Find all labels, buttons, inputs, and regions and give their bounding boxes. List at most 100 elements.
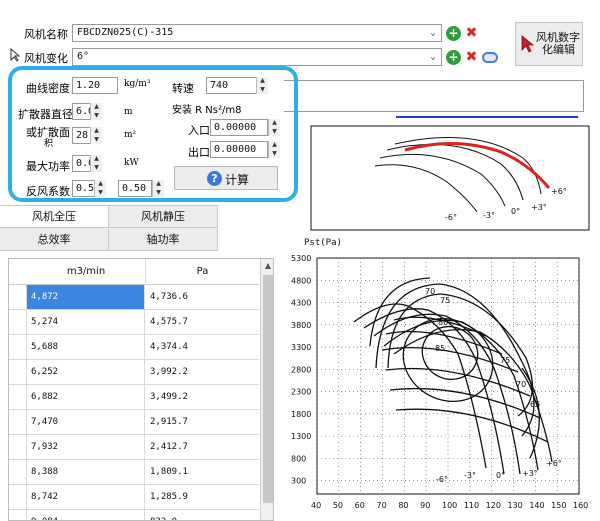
cell-pressure[interactable]: 1,285.9 bbox=[146, 485, 259, 509]
cell-flow[interactable]: 5,688 bbox=[27, 335, 145, 359]
scroll-thumb[interactable] bbox=[263, 275, 273, 503]
cell-pressure[interactable]: 2,915.7 bbox=[146, 410, 259, 434]
install-label: 安装 R Ns²/m8 bbox=[172, 105, 242, 116]
diffuser-label: 扩散器直径 bbox=[18, 108, 73, 121]
cell-pressure[interactable]: 4,736.6 bbox=[146, 285, 259, 309]
density-unit: kg/m³ bbox=[124, 79, 151, 89]
x-angle-pos3: +3° bbox=[522, 469, 538, 478]
cell-pressure[interactable]: 4,575.7 bbox=[146, 310, 259, 334]
vertical-scrollbar[interactable]: ▲ bbox=[260, 259, 273, 520]
y-axis-label: Pst(Pa) bbox=[304, 238, 342, 248]
delete-change-icon[interactable]: ✖ bbox=[464, 50, 479, 65]
cell-pressure[interactable]: 832.0 bbox=[146, 510, 259, 520]
angle-label-pos3: +3° bbox=[531, 203, 547, 212]
max-power-spinner[interactable]: ▲ ▼ bbox=[90, 155, 102, 172]
x-tick-labels: 40 50 60 70 80 90 100 110 120 130 140 150 160 bbox=[311, 501, 588, 510]
cell-flow[interactable]: 8,742 bbox=[27, 485, 145, 509]
y-tick-label: 4800 bbox=[291, 276, 311, 285]
cell-flow[interactable]: 6,252 bbox=[27, 360, 145, 384]
diffuser-spinner[interactable]: ▲ ▼ bbox=[90, 103, 102, 120]
density-input[interactable]: 1.20 bbox=[72, 77, 118, 94]
area-unit: m² bbox=[124, 130, 137, 140]
fan-name-combo[interactable]: FBCDZN025(C)-315 ⌄ bbox=[72, 24, 442, 42]
x-tick-label: 80 bbox=[398, 501, 408, 510]
cell-pressure[interactable]: 3,499.2 bbox=[146, 385, 259, 409]
speed-label: 转速 bbox=[172, 82, 194, 95]
table-row[interactable]: 7,932 2,412.7 bbox=[9, 435, 259, 460]
x-tick-label: 50 bbox=[333, 501, 343, 510]
calculate-label: 计算 bbox=[225, 173, 250, 187]
cell-flow[interactable]: 4,872 bbox=[27, 285, 145, 309]
tab-shaft-power[interactable]: 轴功率 bbox=[109, 229, 218, 251]
help-icon: ? bbox=[207, 171, 222, 186]
chevron-down-icon: ⌄ bbox=[430, 52, 436, 62]
x-tick-label: 60 bbox=[355, 501, 365, 510]
calculate-button[interactable]: ? 计算 bbox=[174, 166, 278, 190]
cell-pressure[interactable]: 1,809.1 bbox=[146, 460, 259, 484]
add-icon[interactable]: + bbox=[446, 26, 461, 41]
y-tick-label: 3300 bbox=[291, 343, 311, 352]
eff-label-85: 85 bbox=[435, 344, 445, 353]
add-change-icon[interactable]: + bbox=[446, 50, 461, 65]
eff-label-70: 70 bbox=[425, 287, 435, 296]
cell-pressure[interactable]: 4,374.4 bbox=[146, 335, 259, 359]
angle-label-0: 0° bbox=[511, 207, 520, 216]
digitize-label-2: 化编辑 bbox=[542, 43, 575, 56]
area-spinner[interactable]: ▲ ▼ bbox=[90, 127, 102, 144]
table-row[interactable]: 5,688 4,374.4 bbox=[9, 335, 259, 360]
angle-label-neg6: -6° bbox=[445, 213, 457, 222]
outlet-input[interactable]: 0.00000 bbox=[210, 141, 268, 158]
outlet-spinner[interactable]: ▲ ▼ bbox=[268, 141, 280, 158]
reverse-spinner-1[interactable]: ▲ ▼ bbox=[94, 180, 106, 197]
x-tick-label: 150 bbox=[551, 501, 566, 510]
inlet-label: 入口 bbox=[188, 124, 210, 137]
header-flow: m3/min bbox=[27, 259, 146, 285]
right-info-box bbox=[284, 80, 584, 112]
y-tick-label: 2800 bbox=[291, 365, 311, 374]
reverse-input-2[interactable]: 0.50 bbox=[118, 180, 152, 197]
tab-static-pressure[interactable]: 风机静压 bbox=[109, 206, 218, 228]
area-label-2: 积 bbox=[44, 139, 54, 149]
tab-total-pressure[interactable]: 风机全压 bbox=[0, 206, 109, 228]
reverse-label: 反风系数 bbox=[26, 185, 70, 198]
inlet-input[interactable]: 0.00000 bbox=[210, 119, 268, 136]
y-tick-label: 3800 bbox=[291, 321, 311, 330]
table-row[interactable]: 6,252 3,992.2 bbox=[9, 360, 259, 385]
y-tick-label: 2300 bbox=[291, 388, 311, 397]
x-tick-label: 120 bbox=[486, 501, 501, 510]
speed-spinner[interactable]: ▲ ▼ bbox=[256, 77, 268, 94]
reverse-spinner-2[interactable]: ▲ ▼ bbox=[152, 180, 164, 197]
digitize-edit-button[interactable]: 风机数字 化编辑 bbox=[515, 22, 583, 66]
y-tick-label: 800 bbox=[291, 454, 306, 463]
table-row[interactable]: 8,742 1,285.9 bbox=[9, 485, 259, 510]
delete-icon[interactable]: ✖ bbox=[464, 26, 479, 41]
y-tick-label: 1300 bbox=[291, 432, 311, 441]
cell-pressure[interactable]: 3,992.2 bbox=[146, 360, 259, 384]
fan-change-combo[interactable]: 6° ⌄ bbox=[72, 48, 442, 66]
cell-pressure[interactable]: 2,412.7 bbox=[146, 435, 259, 459]
scroll-up-icon[interactable]: ▲ bbox=[261, 261, 273, 271]
data-table: m3/min Pa 4,872 4,736.6 5,274 4,575.7 5,688 4… bbox=[8, 258, 274, 521]
x-angle-pos6: +6° bbox=[546, 459, 562, 468]
density-label: 曲线密度 bbox=[26, 82, 70, 95]
table-row[interactable]: 9,084832.0 bbox=[9, 510, 259, 520]
cell-flow[interactable]: 7,932 bbox=[27, 435, 145, 459]
cell-flow[interactable]: 8,388 bbox=[27, 460, 145, 484]
table-row[interactable]: 4,872 4,736.6 bbox=[9, 285, 259, 310]
fan-name-label: 风机名称 bbox=[24, 28, 68, 41]
cell-flow[interactable]: 9,084 bbox=[27, 510, 145, 520]
cell-flow[interactable]: 7,470 bbox=[27, 410, 145, 434]
fan-change-value: 6° bbox=[77, 51, 90, 62]
tab-total-efficiency[interactable]: 总效率 bbox=[0, 229, 109, 251]
cell-flow[interactable]: 6,882 bbox=[27, 385, 145, 409]
table-row[interactable]: 5,274 4,575.7 bbox=[9, 310, 259, 335]
inlet-spinner[interactable]: ▲ ▼ bbox=[268, 119, 280, 136]
cell-flow[interactable]: 5,274 bbox=[27, 310, 145, 334]
table-row[interactable]: 6,882 3,499.2 bbox=[9, 385, 259, 410]
table-row[interactable]: 8,388 1,809.1 bbox=[9, 460, 259, 485]
x-angle-neg3: -3° bbox=[464, 471, 476, 480]
link-icon[interactable] bbox=[482, 52, 498, 63]
table-body: 4,872 4,736.6 5,274 4,575.7 5,688 4,374.4 6,25… bbox=[9, 285, 259, 520]
angle-label-pos6: +6° bbox=[551, 187, 567, 196]
table-row[interactable]: 7,470 2,915.7 bbox=[9, 410, 259, 435]
